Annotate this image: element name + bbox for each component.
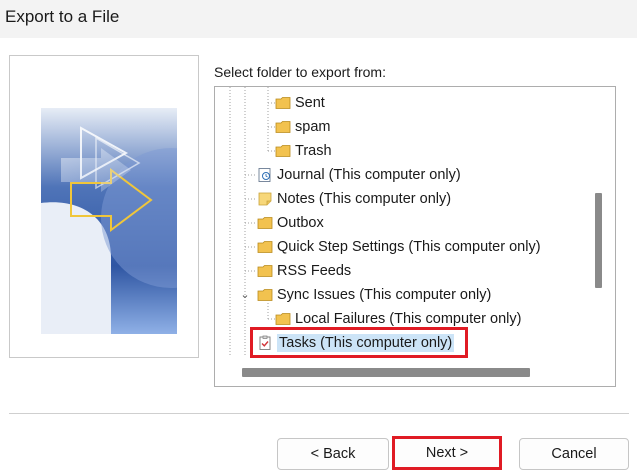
tree-item-notes[interactable]: Notes (This computer only) — [257, 187, 451, 211]
journal-icon — [257, 167, 274, 183]
tree-item-quick-step-settings[interactable]: Quick Step Settings (This computer only) — [257, 235, 541, 259]
back-button[interactable]: < Back — [277, 438, 389, 470]
folder-icon — [257, 239, 274, 255]
footer-divider — [9, 413, 629, 414]
tree-item-rss-feeds[interactable]: RSS Feeds — [257, 259, 351, 283]
tree-item-trash[interactable]: Trash — [275, 139, 332, 163]
tree-item-sent[interactable]: Sent — [275, 91, 325, 115]
window-title: Export to a File — [5, 7, 120, 26]
folder-icon — [275, 311, 292, 327]
select-folder-label: Select folder to export from: — [214, 64, 386, 80]
tasks-highlight-box — [250, 327, 468, 358]
folder-icon — [257, 263, 274, 279]
horizontal-scrollbar-thumb[interactable] — [242, 368, 530, 377]
chevron-down-icon[interactable]: ⌄ — [240, 288, 250, 301]
title-bar: Export to a File — [0, 0, 637, 38]
folder-icon — [257, 287, 274, 303]
wizard-graphic-panel — [9, 55, 199, 358]
tree-item-sync-issues[interactable]: Sync Issues (This computer only) — [257, 283, 491, 307]
folder-tree[interactable]: Sent spam Trash Journal (This computer o… — [214, 86, 616, 387]
folder-icon — [257, 215, 274, 231]
tree-item-journal[interactable]: Journal (This computer only) — [257, 163, 461, 187]
folder-icon — [275, 119, 292, 135]
wizard-graphic — [41, 108, 177, 334]
next-button[interactable]: Next > — [392, 436, 502, 470]
folder-icon — [275, 95, 292, 111]
folder-icon — [275, 143, 292, 159]
vertical-scrollbar-thumb[interactable] — [595, 193, 602, 288]
notes-icon — [257, 191, 274, 207]
tree-item-spam[interactable]: spam — [275, 115, 330, 139]
tree-item-outbox[interactable]: Outbox — [257, 211, 324, 235]
cancel-button[interactable]: Cancel — [519, 438, 629, 470]
